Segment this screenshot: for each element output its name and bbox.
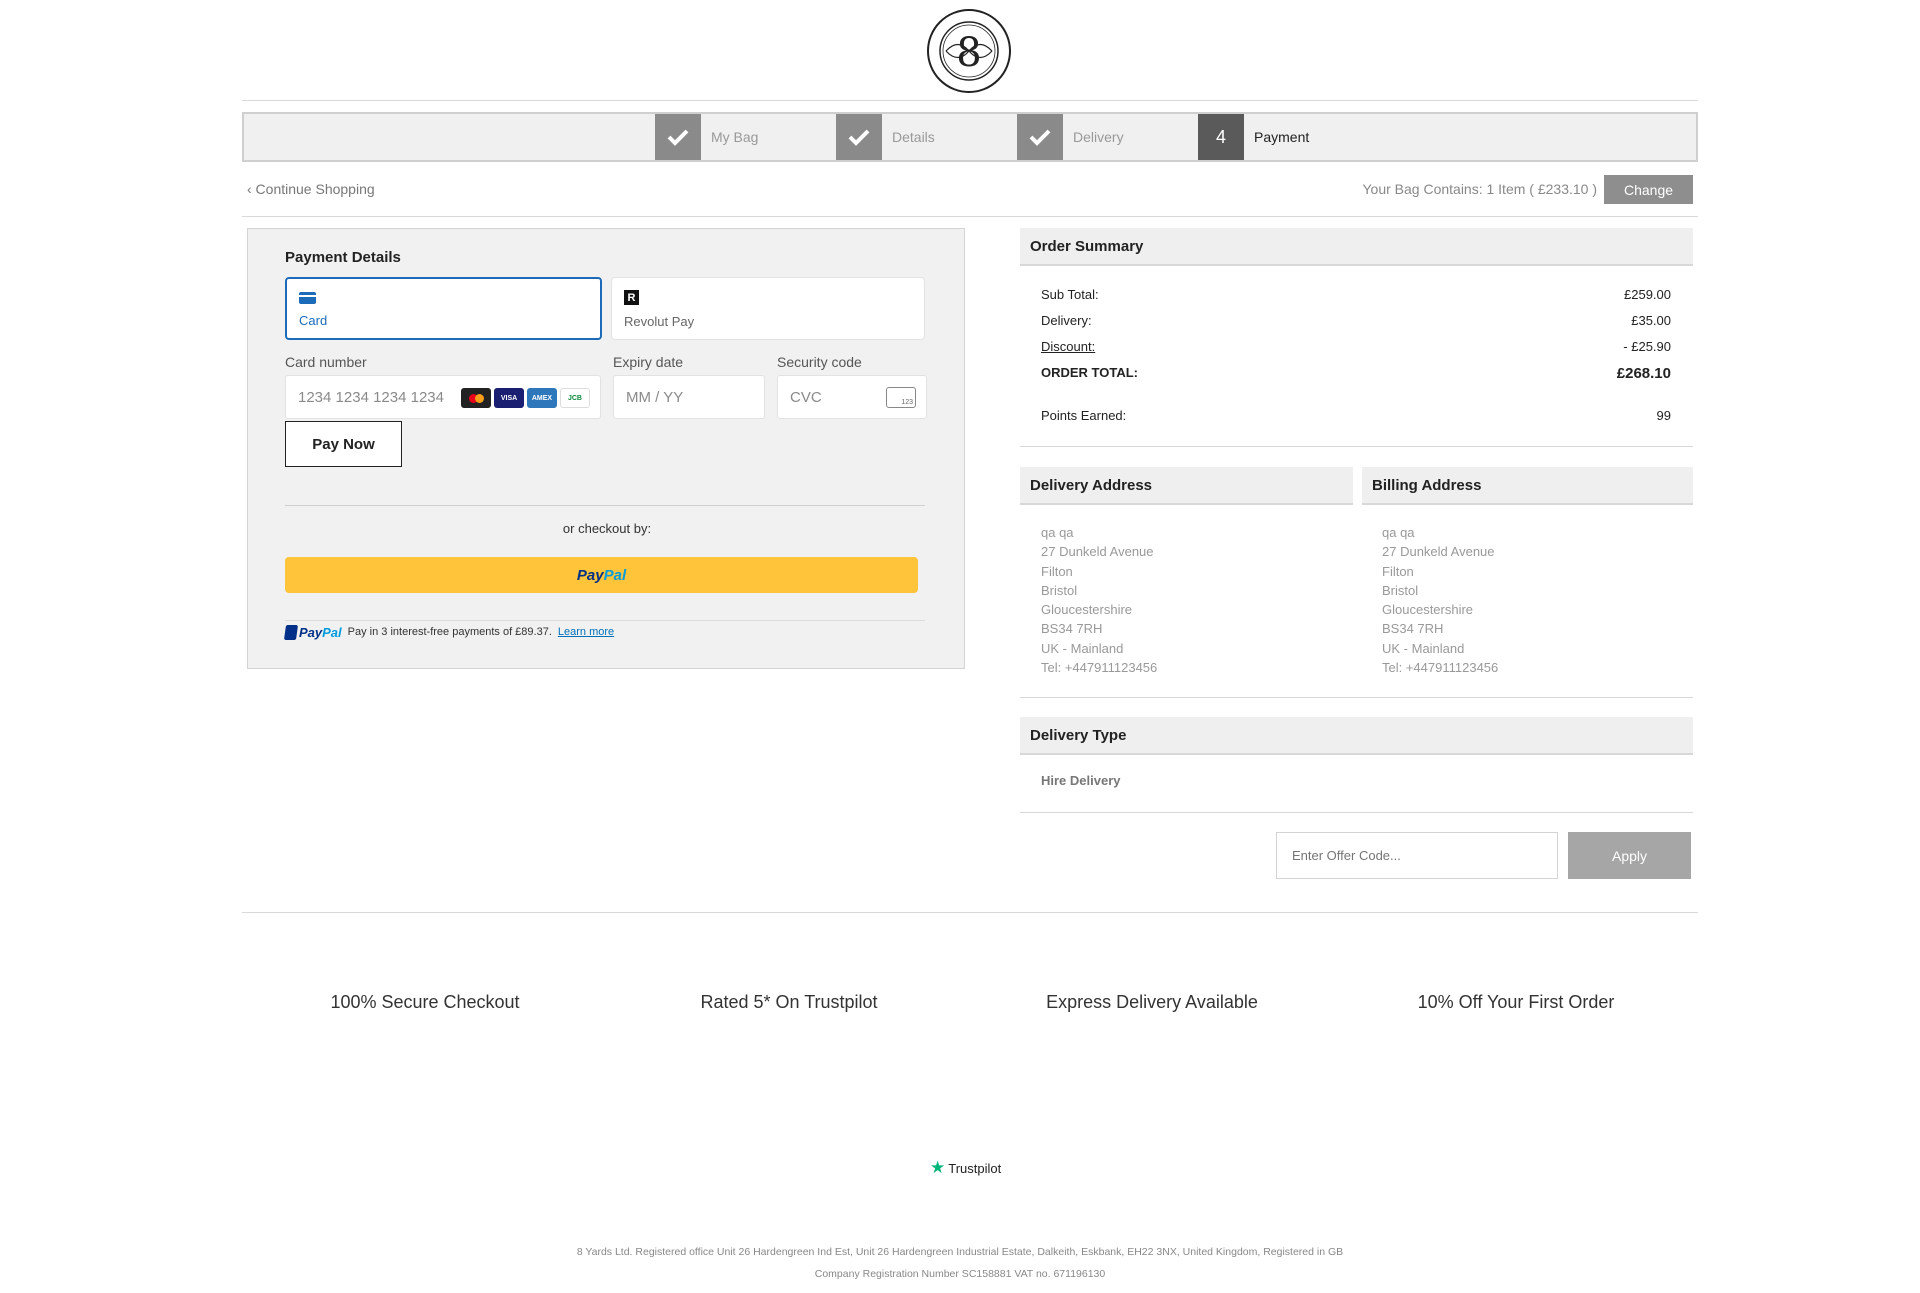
paylater-text: Pay in 3 interest-free payments of £89.3… <box>347 626 552 638</box>
subtotal-label: Sub Total: <box>1041 287 1099 302</box>
offer-code-input[interactable] <box>1276 832 1558 879</box>
card-number-input[interactable]: 1234 1234 1234 1234 VISA AMEX JCB <box>285 375 601 419</box>
star-icon: ★ <box>930 1158 946 1177</box>
trustpilot-widget[interactable]: ★ Trustpilot <box>930 1158 1001 1178</box>
tab-label: Card <box>299 313 328 328</box>
step-label: Delivery <box>1073 129 1124 145</box>
subtotal-row: Sub Total: £259.00 <box>1041 287 1671 302</box>
paypal-logo-pay: Pay <box>576 566 604 584</box>
payment-panel: Payment Details Card R Revolut Pay Card … <box>247 228 965 669</box>
order-total-label: ORDER TOTAL: <box>1041 365 1139 380</box>
feature-express-delivery: Express Delivery Available <box>1046 992 1258 1012</box>
checkout-progress: My Bag Details Delivery 4 Payment <box>242 112 1698 162</box>
points-value: 99 <box>1656 408 1671 423</box>
order-summary-title: Order Summary <box>1020 228 1693 266</box>
content-divider <box>242 912 1698 913</box>
or-checkout-label: or checkout by: <box>562 521 652 536</box>
jcb-icon: JCB <box>560 388 590 408</box>
divider <box>1020 446 1693 447</box>
delivery-row: Delivery: £35.00 <box>1041 313 1671 328</box>
order-total-row: ORDER TOTAL: £268.10 <box>1041 365 1671 382</box>
delivery-label: Delivery: <box>1041 313 1092 328</box>
delivery-address: qa qa 27 Dunkeld Avenue Filton Bristol G… <box>1041 525 1158 676</box>
header-divider <box>242 100 1698 101</box>
cvc-input[interactable]: CVC 123 <box>777 375 927 419</box>
security-code-label: Security code <box>777 354 862 370</box>
paypal-icon: Pay Pal <box>283 624 342 640</box>
order-total-value: £268.10 <box>1616 365 1671 382</box>
expiry-input[interactable]: MM / YY <box>613 375 765 419</box>
paypal-pay-later: Pay Pal Pay in 3 interest-free payments o… <box>283 622 614 642</box>
step-label: Payment <box>1254 129 1310 145</box>
points-row: Points Earned: 99 <box>1041 408 1671 423</box>
legal-text: 8 Yards Ltd. Registered office Unit 26 H… <box>576 1246 1344 1258</box>
check-icon <box>655 114 701 160</box>
feature-first-order: 10% Off Your First Order <box>1417 992 1615 1012</box>
step-details[interactable]: Details <box>836 114 935 160</box>
step-number: 4 <box>1198 114 1244 160</box>
revolut-icon: R <box>624 290 639 305</box>
tab-revolut-pay[interactable]: R Revolut Pay <box>611 277 925 340</box>
expiry-label: Expiry date <box>613 354 684 370</box>
eight-yards-logo[interactable]: 8 <box>926 8 1012 94</box>
paypal-logo-pal: Pal <box>603 566 627 584</box>
step-my-bag[interactable]: My Bag <box>655 114 758 160</box>
svg-text:8: 8 <box>956 30 981 76</box>
discount-value: - £25.90 <box>1623 339 1671 354</box>
mastercard-icon <box>461 388 491 408</box>
divider <box>1020 697 1693 698</box>
change-bag-button[interactable]: Change <box>1604 175 1693 204</box>
step-label: Details <box>892 129 935 145</box>
cvc-placeholder: CVC <box>790 388 822 406</box>
visa-icon: VISA <box>494 388 524 408</box>
apply-offer-button[interactable]: Apply <box>1568 832 1691 879</box>
pay-now-button[interactable]: Pay Now <box>285 421 402 467</box>
billing-address: qa qa 27 Dunkeld Avenue Filton Bristol G… <box>1382 525 1499 676</box>
delivery-type-value: Hire Delivery <box>1041 773 1121 788</box>
step-payment: 4 Payment <box>1198 114 1309 160</box>
step-delivery[interactable]: Delivery <box>1017 114 1124 160</box>
learn-more-link[interactable]: Learn more <box>558 626 614 638</box>
continue-shopping-link[interactable]: ‹ Continue Shopping <box>247 181 375 197</box>
card-number-placeholder: 1234 1234 1234 1234 <box>298 388 444 406</box>
feature-trustpilot: Rated 5* On Trustpilot <box>700 992 878 1012</box>
divider <box>285 505 925 506</box>
cvc-card-icon: 123 <box>886 387 916 408</box>
feature-secure-checkout: 100% Secure Checkout <box>330 992 520 1012</box>
points-label: Points Earned: <box>1041 408 1127 423</box>
step-label: My Bag <box>711 129 759 145</box>
tab-card[interactable]: Card <box>285 277 602 340</box>
payment-title: Payment Details <box>285 249 401 266</box>
credit-card-icon <box>299 292 316 304</box>
company-registration: Company Registration Number SC158881 VAT… <box>814 1268 1106 1280</box>
trustpilot-label: Trustpilot <box>948 1160 1002 1176</box>
toolbar-divider <box>242 216 1698 217</box>
delivery-value: £35.00 <box>1631 313 1671 328</box>
tab-label: Revolut Pay <box>624 314 695 329</box>
amex-icon: AMEX <box>527 388 557 408</box>
paypal-button[interactable]: Pay Pal <box>285 557 918 593</box>
subtotal-value: £259.00 <box>1624 287 1671 302</box>
check-icon <box>836 114 882 160</box>
discount-row: Discount: - £25.90 <box>1041 339 1671 354</box>
card-number-label: Card number <box>285 354 367 370</box>
divider <box>1020 812 1693 813</box>
delivery-type-title: Delivery Type <box>1020 717 1693 755</box>
billing-address-title: Billing Address <box>1362 467 1693 505</box>
discount-label[interactable]: Discount: <box>1041 339 1095 354</box>
delivery-address-title: Delivery Address <box>1020 467 1353 505</box>
check-icon <box>1017 114 1063 160</box>
divider <box>285 620 925 621</box>
bag-summary: Your Bag Contains: 1 Item ( £233.10 ) <box>1362 181 1597 197</box>
card-brands: VISA AMEX JCB <box>461 388 590 408</box>
